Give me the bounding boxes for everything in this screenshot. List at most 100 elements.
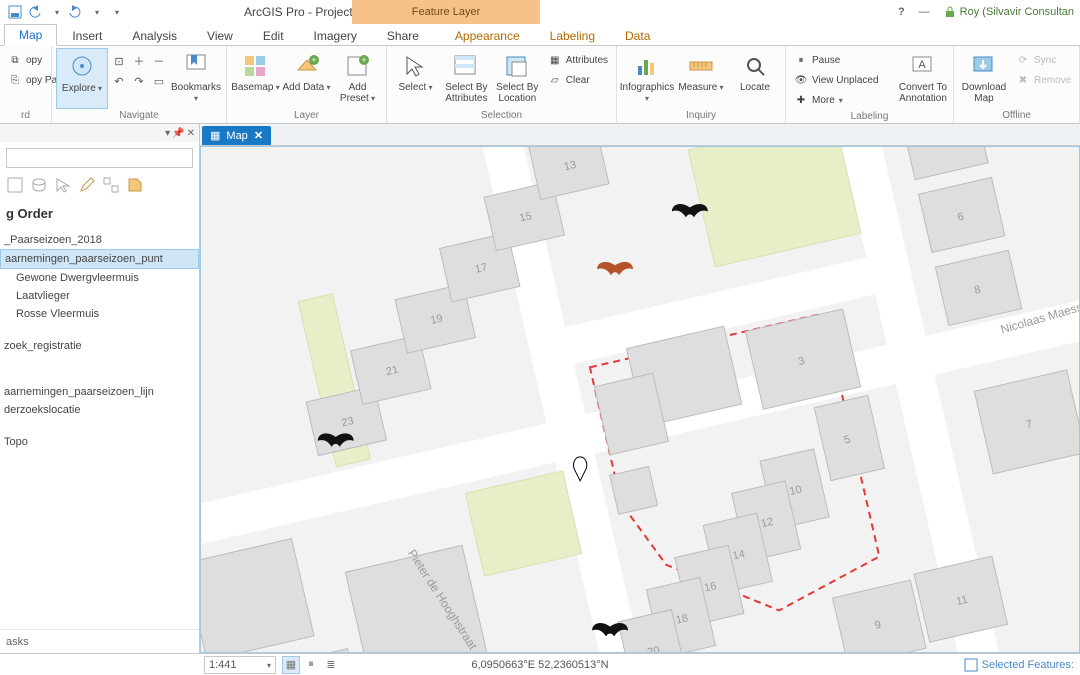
title-bar: ArcGIS Pro - Project_R03 - Map Feature L… [0, 0, 1080, 24]
scale-input[interactable]: 1:441 [204, 656, 276, 674]
scale-dropdown-icon[interactable] [263, 659, 271, 671]
basemap-icon [241, 52, 271, 80]
pause-icon: ⏸ [794, 53, 808, 67]
clear-icon: ▱ [548, 73, 562, 87]
group-inquiry-label: Inquiry [621, 109, 781, 123]
drawing-order-header: g Order [0, 200, 199, 231]
prev-extent-icon[interactable]: ↶ [110, 72, 128, 90]
list-editing-icon[interactable] [78, 176, 96, 194]
pane-menu-icon[interactable]: ▾ [165, 128, 170, 139]
attributes-button[interactable]: ▦Attributes [544, 50, 612, 70]
add-data-button[interactable]: +Add Data [282, 48, 331, 109]
convert-annotation-button[interactable]: AConvert To Annotation [897, 48, 949, 110]
full-extent-icon[interactable]: ⊡ [110, 52, 128, 70]
clear-selection-button[interactable]: ▱Clear [544, 70, 612, 90]
redo-dropdown-icon[interactable] [86, 3, 104, 21]
list-snapping-icon[interactable] [102, 176, 120, 194]
view-unplaced-icon: 👁 [794, 73, 808, 87]
bookmarks-icon [181, 52, 211, 80]
tab-imagery[interactable]: Imagery [299, 25, 372, 46]
select-by-attributes-button[interactable]: Select By Attributes [442, 48, 491, 109]
status-view-buttons: ▦ ⏸ ≣ [282, 656, 340, 674]
pause-labels-button[interactable]: ⏸Pause [790, 50, 895, 70]
contents-toolbar [0, 174, 199, 200]
more-icon: ✚ [794, 93, 808, 107]
tab-share[interactable]: Share [372, 25, 434, 46]
toc-layer[interactable]: _Paarseizoen_2018 [0, 231, 199, 249]
selected-features-readout[interactable]: Selected Features: [964, 658, 1074, 672]
view-unplaced-button[interactable]: 👁View Unplaced [790, 70, 895, 90]
svg-text:+: + [361, 55, 366, 65]
toc-symbol[interactable]: Gewone Dwergvleermuis [0, 269, 199, 287]
list-selection-icon[interactable] [54, 176, 72, 194]
measure-button[interactable]: Measure [675, 48, 727, 109]
refresh-icon[interactable]: ≣ [322, 656, 340, 674]
locate-button[interactable]: Locate [729, 48, 781, 109]
map-view-tab[interactable]: ▦ Map ✕ [202, 126, 271, 145]
toc-symbol[interactable]: Laatvlieger [0, 287, 199, 305]
basemap-button[interactable]: Basemap [231, 48, 280, 109]
undo-icon[interactable] [26, 3, 44, 21]
svg-text:A: A [918, 59, 926, 71]
coordinates-readout: 6,0950663°E 52,2360513°N [471, 659, 608, 671]
toc-layer[interactable]: Topo [0, 433, 199, 451]
copy-icon: ⧉ [8, 53, 22, 67]
tab-analysis[interactable]: Analysis [117, 25, 192, 46]
contents-search-input[interactable] [6, 148, 193, 168]
select-button[interactable]: Select [391, 48, 440, 109]
toc-layer[interactable]: zoek_registratie [0, 337, 199, 355]
sync-button[interactable]: ⟳Sync [1012, 50, 1075, 70]
list-labeling-icon[interactable] [126, 176, 144, 194]
tab-data[interactable]: Data [610, 25, 665, 46]
explore-icon [67, 53, 97, 81]
snap-grid-icon[interactable]: ▦ [282, 656, 300, 674]
tab-appearance[interactable]: Appearance [440, 25, 535, 46]
group-layer-label: Layer [231, 109, 382, 123]
help-icon[interactable]: ? [898, 6, 905, 18]
redo-icon[interactable] [66, 3, 84, 21]
explore-button[interactable]: Explore [56, 48, 108, 109]
select-by-location-button[interactable]: Select By Location [493, 48, 542, 109]
close-pane-icon[interactable]: ✕ [187, 128, 195, 139]
view-tabs: ▦ Map ✕ [200, 124, 1080, 146]
fixed-zoom-in-icon[interactable]: ＋ [130, 52, 148, 70]
tab-insert[interactable]: Insert [57, 25, 117, 46]
qat-customize-icon[interactable] [106, 3, 124, 21]
tab-edit[interactable]: Edit [248, 25, 299, 46]
toc-symbol[interactable]: Rosse Vleermuis [0, 305, 199, 323]
bookmarks-button[interactable]: Bookmarks [170, 48, 222, 109]
infographics-button[interactable]: Infographics [621, 48, 673, 109]
toc-layer[interactable]: derzoekslocatie [0, 401, 199, 419]
list-drawing-order-icon[interactable] [6, 176, 24, 194]
tab-view[interactable]: View [192, 25, 248, 46]
undo-dropdown-icon[interactable] [46, 3, 64, 21]
save-icon[interactable] [6, 3, 24, 21]
list-source-icon[interactable] [30, 176, 48, 194]
path-icon: ⎘ [8, 73, 22, 87]
download-map-button[interactable]: Download Map [958, 48, 1010, 109]
group-navigate-label: Navigate [56, 109, 222, 123]
selection-count-icon [964, 658, 978, 672]
tab-map[interactable]: Map [4, 24, 57, 46]
zoom-to-sel-icon[interactable]: ▭ [150, 72, 168, 90]
add-preset-button[interactable]: +Add Preset [333, 48, 382, 109]
remove-button[interactable]: ✖Remove [1012, 70, 1075, 90]
pause-drawing-icon[interactable]: ⏸ [302, 656, 320, 674]
pin-icon[interactable]: 📌 [172, 128, 184, 139]
select-attr-icon [451, 52, 481, 80]
tab-labeling[interactable]: Labeling [535, 25, 610, 46]
select-loc-icon [502, 52, 532, 80]
signed-in-user[interactable]: Roy (Silvavir Consultan [944, 6, 1074, 18]
fixed-zoom-out-icon[interactable]: － [150, 52, 168, 70]
minimize-icon[interactable]: — [919, 6, 930, 18]
more-labeling-button[interactable]: ✚More [790, 90, 895, 110]
pane-header: ▾ 📌 ✕ [0, 124, 199, 142]
map-tab-icon: ▦ [210, 129, 220, 142]
close-tab-icon[interactable]: ✕ [254, 129, 263, 142]
map-canvas[interactable]: 23 21 19 17 15 13 4 6 8 7 3 5 [200, 146, 1080, 653]
map-svg: 23 21 19 17 15 13 4 6 8 7 3 5 [201, 147, 1079, 652]
next-extent-icon[interactable]: ↷ [130, 72, 148, 90]
toc-layer-selected[interactable]: aarnemingen_paarseizoen_punt [0, 249, 199, 269]
toc-layer[interactable]: aarnemingen_paarseizoen_lijn [0, 383, 199, 401]
contents-footer[interactable]: asks [0, 629, 199, 653]
